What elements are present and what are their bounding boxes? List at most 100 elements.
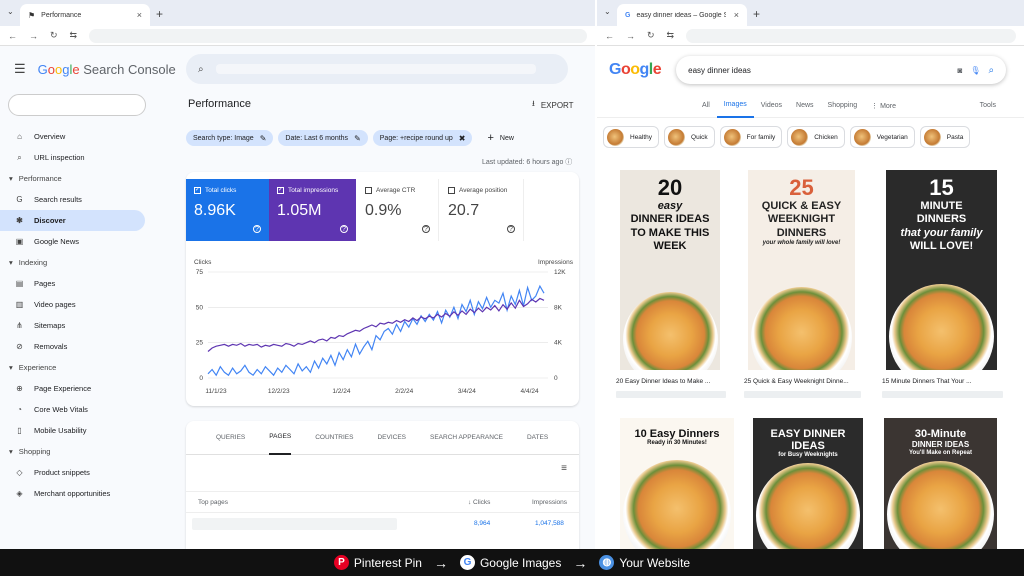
sidebar-item-mobile-usability[interactable]: ▯ Mobile Usability — [0, 420, 145, 441]
tab-pages[interactable]: PAGES — [269, 421, 292, 455]
search-tab-news[interactable]: News — [789, 94, 821, 118]
back-icon[interactable]: ← — [8, 31, 17, 41]
search-tab-all[interactable]: All — [695, 94, 717, 118]
tab-queries[interactable]: QUERIES — [216, 434, 245, 441]
remove-filter-icon[interactable]: ✖ — [459, 134, 466, 143]
col-impressions[interactable]: Impressions — [532, 499, 567, 506]
col-top-pages[interactable]: Top pages — [198, 499, 228, 506]
tab-countries[interactable]: COUNTRIES — [315, 434, 353, 441]
help-icon[interactable]: ? — [253, 225, 261, 233]
browser-tab-google[interactable]: G easy dinner ideas – Google Sea × — [617, 4, 747, 26]
google-logo[interactable]: Google — [609, 61, 662, 79]
result-title[interactable]: 25 Quick & Easy Weeknight Dinne... — [744, 378, 861, 385]
url-field[interactable] — [686, 28, 1016, 43]
checkbox-icon[interactable] — [448, 187, 455, 194]
sidebar-item-url-inspection[interactable]: ⌕ URL inspection — [0, 147, 145, 168]
site-settings-icon[interactable]: ⇆ — [70, 30, 78, 41]
filter-rows-icon[interactable]: ≡ — [561, 463, 567, 474]
sidebar-item-core-web-vitals[interactable]: ◔ Core Web Vitals — [0, 399, 145, 420]
refine-chip-quick[interactable]: Quick — [664, 126, 715, 148]
search-query[interactable]: easy dinner ideas — [688, 66, 949, 75]
hamburger-menu-icon[interactable]: ☰ — [14, 61, 26, 77]
sidebar-item-discover[interactable]: ✱ Discover — [0, 210, 145, 231]
result-title[interactable]: 15 Minute Dinners That Your ... — [882, 378, 1003, 385]
site-settings-icon[interactable]: ⇆ — [667, 30, 675, 41]
reload-icon[interactable]: ↻ — [647, 30, 655, 41]
tools-button[interactable]: Tools — [980, 102, 996, 109]
tab-devices[interactable]: DEVICES — [377, 434, 406, 441]
refine-chip-healthy[interactable]: Healthy — [603, 126, 660, 148]
filter-chip[interactable]: Date: Last 6 months ✎ — [278, 130, 368, 146]
close-tab-icon[interactable]: × — [734, 10, 739, 20]
tab-search-appearance[interactable]: SEARCH APPEARANCE — [430, 434, 503, 441]
metric-average-position[interactable]: Average position 20.7? — [440, 179, 524, 241]
image-result[interactable]: 20 easy DINNER IDEAS TO MAKE THIS WEEK — [620, 170, 720, 370]
checkbox-icon[interactable]: ✓ — [277, 187, 284, 194]
browser-tab-performance[interactable]: ⚑ Performance × — [20, 4, 150, 26]
sidebar-item-pages[interactable]: ▤ Pages — [0, 273, 145, 294]
search-tab-more[interactable]: ⋮ More — [864, 94, 903, 118]
sidebar-item-google-news[interactable]: ▣ Google News — [0, 231, 145, 252]
sidebar-section-experience[interactable]: ▾ Experience — [0, 357, 176, 378]
image-result[interactable]: EASY DINNER IDEAS for Busy Weeknights — [753, 418, 863, 549]
result-title[interactable]: 20 Easy Dinner Ideas to Make ... — [616, 378, 726, 385]
page-url-cell[interactable] — [192, 518, 397, 530]
new-tab-icon[interactable]: + — [753, 7, 760, 21]
sidebar-item-search-results[interactable]: G Search results — [0, 189, 145, 210]
back-icon[interactable]: ← — [605, 31, 614, 41]
sidebar-section-shopping[interactable]: ▾ Shopping — [0, 441, 176, 462]
metric-total-clicks[interactable]: ✓ Total clicks 8.96K? — [186, 179, 269, 241]
google-search-box[interactable]: easy dinner ideas ◙ 🎙 ⌕ — [676, 56, 1006, 84]
camera-icon[interactable]: ◙ — [958, 66, 963, 75]
forward-icon[interactable]: → — [29, 31, 38, 41]
help-icon[interactable]: ? — [507, 225, 515, 233]
url-field[interactable] — [89, 28, 587, 43]
image-result[interactable]: 30-Minute DINNER IDEAS You'll Make on Repe… — [884, 418, 997, 549]
tab-dates[interactable]: DATES — [527, 434, 548, 441]
search-tab-images[interactable]: Images — [716, 94, 754, 118]
search-console-logo[interactable]: Google Search Console — [38, 62, 176, 77]
checkbox-icon[interactable] — [365, 187, 372, 194]
refine-chip-for-family[interactable]: For family — [719, 126, 783, 148]
col-clicks[interactable]: ↓ Clicks — [468, 499, 490, 506]
search-icon[interactable]: ⌕ — [989, 65, 995, 76]
edit-filter-icon[interactable]: ✎ — [354, 134, 361, 143]
sidebar-section-indexing[interactable]: ▾ Indexing — [0, 252, 176, 273]
tab-list-chevron-icon[interactable]: ⌄ — [604, 7, 611, 16]
metric-average-ctr[interactable]: Average CTR 0.9%? — [357, 179, 439, 241]
sidebar-item-sitemaps[interactable]: ⋔ Sitemaps — [0, 315, 145, 336]
search-tab-videos[interactable]: Videos — [754, 94, 789, 118]
result-source[interactable] — [744, 391, 861, 398]
help-icon[interactable]: ? — [340, 225, 348, 233]
refine-chip-chicken[interactable]: Chicken — [787, 126, 845, 148]
property-selector[interactable] — [8, 94, 146, 116]
search-input[interactable] — [215, 64, 536, 74]
filter-chip[interactable]: Search type: Image ✎ — [186, 130, 274, 146]
sidebar-section-performance[interactable]: ▾ Performance — [0, 168, 176, 189]
tab-list-chevron-icon[interactable]: ⌄ — [7, 7, 14, 16]
new-filter-button[interactable]: + New — [477, 130, 513, 146]
table-row[interactable]: 8,964 1,047,588 — [186, 513, 579, 535]
search-tab-shopping[interactable]: Shopping — [821, 94, 865, 118]
image-result[interactable]: 15 MINUTE DINNERS that your family WILL LOVE… — [886, 170, 997, 370]
reload-icon[interactable]: ↻ — [50, 30, 58, 41]
sidebar-item-page-experience[interactable]: ⊕ Page Experience — [0, 378, 145, 399]
sidebar-item-removals[interactable]: ⊘ Removals — [0, 336, 145, 357]
edit-filter-icon[interactable]: ✎ — [260, 134, 267, 143]
sidebar-item-video-pages[interactable]: ▥ Video pages — [0, 294, 145, 315]
metric-total-impressions[interactable]: ✓ Total impressions 1.05M? — [269, 179, 356, 241]
forward-icon[interactable]: → — [626, 31, 635, 41]
export-button[interactable]: ⭳ EXPORT — [532, 98, 574, 112]
help-icon[interactable]: ? — [422, 225, 430, 233]
image-result[interactable]: 25 QUICK & EASY WEEKNIGHT DINNERS your whole… — [748, 170, 855, 370]
sidebar-item-merchant-opportunities[interactable]: ◈ Merchant opportunities — [0, 483, 145, 504]
mic-icon[interactable]: 🎙 — [970, 66, 980, 75]
new-tab-icon[interactable]: + — [156, 7, 163, 21]
filter-chip[interactable]: Page: +recipe round up ✖ — [372, 130, 473, 146]
inspect-url-search[interactable]: ⌕ — [186, 54, 568, 84]
image-result[interactable]: 10 Easy Dinners Ready in 30 Minutes! — [620, 418, 734, 549]
result-source[interactable] — [616, 391, 726, 398]
close-tab-icon[interactable]: × — [137, 10, 142, 20]
refine-chip-vegetarian[interactable]: Vegetarian — [849, 126, 915, 148]
result-source[interactable] — [882, 391, 1003, 398]
